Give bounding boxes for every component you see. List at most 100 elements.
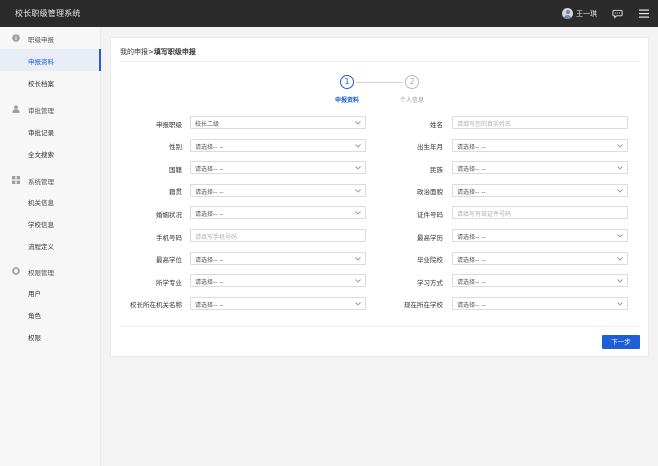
select-value: 请选择-- -- bbox=[457, 279, 486, 287]
select-field[interactable]: 请选择-- -- bbox=[452, 161, 628, 175]
sidebar-item-label: 申报资料 bbox=[28, 58, 54, 66]
header-divider bbox=[120, 61, 639, 62]
sidebar-item-roles[interactable]: 角色 bbox=[0, 303, 101, 325]
user-avatar[interactable] bbox=[562, 8, 573, 19]
sidebar: 职级申报 申报资料 校长档案 审批管理 审批记录 全文搜索 系统管理 机关信息 … bbox=[0, 27, 101, 466]
sidebar-item-approval-records[interactable]: 审批记录 bbox=[0, 120, 101, 142]
sidebar-item-label: 角色 bbox=[28, 312, 41, 320]
select-value: 请选择-- -- bbox=[457, 166, 486, 174]
step-2-indicator: 2 bbox=[405, 75, 419, 89]
sidebar-item-label: 学校信息 bbox=[28, 221, 54, 229]
next-step-button[interactable]: 下一步 bbox=[602, 335, 640, 349]
message-icon[interactable] bbox=[612, 8, 623, 19]
user-icon bbox=[12, 105, 20, 113]
field-label: 姓名 bbox=[430, 120, 443, 129]
sidebar-item-application-materials[interactable]: 申报资料 bbox=[0, 49, 101, 71]
app-title: 校长职级管理系统 bbox=[15, 9, 81, 18]
chevron-down-icon bbox=[617, 188, 623, 193]
select-field[interactable]: 请选择-- -- bbox=[452, 251, 628, 265]
field-label: 国籍 bbox=[169, 165, 182, 174]
footer-divider bbox=[120, 326, 639, 327]
sidebar-item-agency-info[interactable]: 机关信息 bbox=[0, 190, 101, 212]
select-field[interactable]: 请选择-- -- bbox=[452, 274, 628, 288]
main-panel: 我的申报>填写职级申报 1 2 申报资料 个人信息 申报职级 校长二级 性别 请选择-… bbox=[110, 37, 649, 357]
select-value: 请选择-- -- bbox=[195, 143, 224, 151]
step-2-label: 个人信息 bbox=[399, 97, 424, 104]
select-field[interactable]: 请选择-- -- bbox=[452, 229, 628, 242]
field-label: 校长所在机关名称 bbox=[130, 301, 182, 310]
sidebar-item-process-definition[interactable]: 流程定义 bbox=[0, 234, 101, 256]
select-value: 请选择-- -- bbox=[195, 279, 224, 287]
chevron-down-icon bbox=[617, 166, 623, 170]
sidebar-item-label: 机关信息 bbox=[28, 199, 54, 207]
sidebar-group-label: 系统管理 bbox=[28, 178, 54, 186]
field-label: 手机号码 bbox=[156, 233, 182, 242]
chevron-down-icon bbox=[617, 234, 623, 238]
step-1-indicator: 1 bbox=[340, 75, 354, 89]
sidebar-item-users[interactable]: 用户 bbox=[0, 281, 101, 303]
sidebar-item-label: 流程定义 bbox=[28, 243, 54, 251]
field-label: 毕业院校 bbox=[417, 256, 443, 265]
sidebar-item-label: 审批记录 bbox=[28, 129, 54, 137]
input-placeholder: 请填写有效证件号码 bbox=[457, 211, 512, 219]
chevron-down-icon bbox=[617, 143, 623, 148]
field-label: 政治面貌 bbox=[417, 188, 443, 197]
sidebar-group-declaration[interactable]: 职级申报 bbox=[0, 28, 101, 48]
sidebar-item-school-info[interactable]: 学校信息 bbox=[0, 212, 101, 234]
field-label: 婚姻状况 bbox=[156, 210, 182, 219]
menu-icon[interactable] bbox=[639, 9, 649, 18]
field-label: 学习方式 bbox=[417, 278, 443, 287]
shield-icon bbox=[12, 267, 20, 275]
sidebar-item-principal-archive[interactable]: 校长档案 bbox=[0, 71, 101, 93]
select-value: 请选择-- -- bbox=[195, 188, 224, 196]
user-name[interactable]: 王一琪 bbox=[576, 9, 597, 19]
field-label: 出生年月 bbox=[417, 143, 443, 152]
sidebar-item-label: 全文搜索 bbox=[28, 151, 54, 159]
field-label: 最高学位 bbox=[156, 256, 182, 265]
field-label: 证件号码 bbox=[417, 210, 443, 219]
sidebar-item-label: 用户 bbox=[28, 290, 41, 298]
select-value: 请选择-- -- bbox=[195, 211, 224, 219]
text-input[interactable]: 请填写您的真实姓名 bbox=[452, 116, 628, 129]
select-field[interactable]: 请选择-- -- bbox=[452, 183, 628, 197]
sidebar-item-label: 校长档案 bbox=[28, 80, 54, 88]
field-label: 所学专业 bbox=[156, 278, 182, 287]
field-label: 性别 bbox=[169, 143, 182, 152]
select-value: 请选择-- -- bbox=[195, 301, 224, 309]
chevron-down-icon bbox=[617, 256, 623, 261]
sidebar-group-label: 审批管理 bbox=[28, 107, 54, 115]
sidebar-group-label: 权限管理 bbox=[28, 269, 54, 277]
sidebar-group-approval[interactable]: 审批管理 bbox=[0, 99, 101, 119]
field-label: 现在所在学校 bbox=[404, 301, 443, 310]
field-label: 申报职级 bbox=[156, 120, 182, 129]
chevron-down-icon bbox=[617, 301, 623, 306]
breadcrumb: 我的申报>填写职级申报 bbox=[120, 47, 196, 57]
select-value: 请选择-- -- bbox=[457, 143, 486, 151]
select-value: 请选择-- -- bbox=[457, 301, 486, 309]
sidebar-item-full-text-search[interactable]: 全文搜索 bbox=[0, 142, 101, 164]
select-value: 请选择-- -- bbox=[457, 234, 486, 241]
select-value: 请选择-- -- bbox=[457, 188, 486, 196]
input-placeholder: 请填写您的真实姓名 bbox=[457, 121, 512, 128]
select-value: 校长二级 bbox=[195, 121, 220, 128]
select-field[interactable]: 请选择-- -- bbox=[452, 296, 628, 310]
select-value: 请选择-- -- bbox=[195, 166, 224, 174]
field-label: 最高学历 bbox=[417, 233, 443, 242]
sidebar-item-label: 权限 bbox=[28, 334, 41, 342]
select-field[interactable]: 请选择-- -- bbox=[452, 138, 628, 152]
field-label: 民族 bbox=[430, 165, 443, 174]
breadcrumb-current: 填写职级申报 bbox=[153, 48, 196, 56]
sidebar-group-system[interactable]: 系统管理 bbox=[0, 170, 101, 190]
field-label: 籍贯 bbox=[169, 188, 182, 197]
sidebar-item-permissions[interactable]: 权限 bbox=[0, 325, 101, 347]
text-input[interactable]: 请填写有效证件号码 bbox=[452, 206, 628, 220]
breadcrumb-parent[interactable]: 我的申报 bbox=[120, 48, 148, 56]
top-bar: 校长职级管理系统 王一琪 bbox=[0, 0, 658, 27]
sidebar-group-label: 职级申报 bbox=[28, 36, 54, 44]
step-connector bbox=[356, 82, 403, 83]
sidebar-group-permissions[interactable]: 权限管理 bbox=[0, 261, 101, 281]
info-circle-icon bbox=[12, 34, 20, 42]
grid-icon bbox=[12, 176, 20, 184]
chevron-down-icon bbox=[617, 279, 623, 283]
input-placeholder: 请填写手机号码 bbox=[195, 234, 238, 241]
